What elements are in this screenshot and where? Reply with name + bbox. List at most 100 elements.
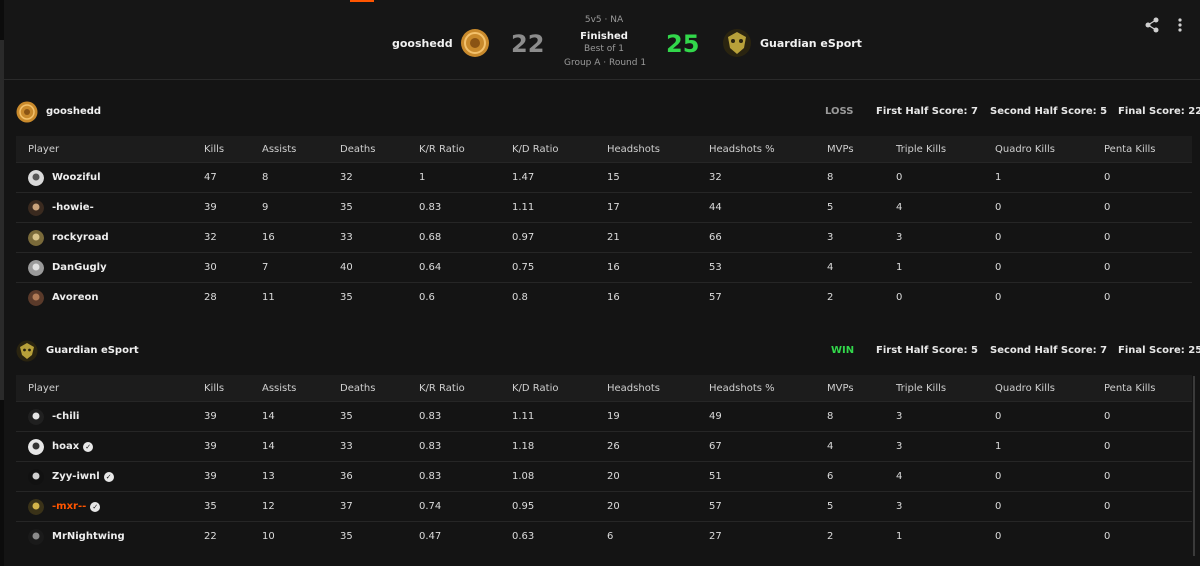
column-header[interactable]: K/D Ratio bbox=[512, 136, 558, 162]
column-header[interactable]: Headshots % bbox=[709, 375, 775, 401]
table-row[interactable]: -howie- 39 9 35 0.83 1.11 17 44 5 4 0 0 bbox=[16, 192, 1192, 222]
column-header[interactable]: Kills bbox=[204, 136, 224, 162]
stat-cell: 11 bbox=[262, 292, 275, 303]
player-name[interactable]: DanGugly bbox=[52, 262, 107, 273]
final-score: Final Score: 25 bbox=[1118, 345, 1200, 356]
player-cell[interactable]: -mxr-- ✓ bbox=[28, 492, 101, 521]
stat-cell: 13 bbox=[262, 471, 275, 482]
player-cell[interactable]: -howie- bbox=[28, 193, 94, 222]
column-header[interactable]: Headshots bbox=[607, 136, 660, 162]
table-row[interactable]: MrNightwing 22 10 35 0.47 0.63 6 27 2 1 0 0 bbox=[16, 521, 1192, 551]
column-header[interactable]: Penta Kills bbox=[1104, 375, 1156, 401]
player-cell[interactable]: Zyy-iwnl ✓ bbox=[28, 462, 114, 491]
player-name[interactable]: -chili bbox=[52, 411, 79, 422]
stat-cell: 6 bbox=[607, 531, 614, 542]
team-right-name[interactable]: Guardian eSport bbox=[760, 37, 862, 50]
second-half-score: Second Half Score: 5 bbox=[990, 106, 1108, 117]
player-cell[interactable]: rockyroad bbox=[28, 223, 109, 252]
best-of: Best of 1 bbox=[583, 44, 625, 54]
match-format: 5v5 · NA bbox=[584, 15, 624, 25]
team-name[interactable]: gooshedd bbox=[46, 106, 101, 117]
team-name[interactable]: Guardian eSport bbox=[46, 345, 139, 356]
table-row[interactable]: Avoreon 28 11 35 0.6 0.8 16 57 2 0 0 0 bbox=[16, 282, 1192, 312]
column-header[interactable]: Player bbox=[28, 375, 59, 401]
player-cell[interactable]: -chili bbox=[28, 402, 79, 431]
stat-cell: 26 bbox=[607, 441, 620, 452]
stat-cell: 0 bbox=[1104, 172, 1111, 183]
column-header[interactable]: Kills bbox=[204, 375, 224, 401]
player-avatar[interactable] bbox=[28, 528, 44, 545]
stat-cell: 14 bbox=[262, 441, 275, 452]
column-header[interactable]: K/R Ratio bbox=[419, 375, 465, 401]
column-header[interactable]: Penta Kills bbox=[1104, 136, 1156, 162]
left-scrollbar-thumb[interactable] bbox=[0, 40, 4, 400]
player-avatar[interactable] bbox=[28, 169, 44, 186]
stat-cell: 0 bbox=[896, 172, 903, 183]
match-stage: Group A · Round 1 bbox=[564, 58, 647, 68]
stat-cell: 3 bbox=[896, 501, 903, 512]
table-row[interactable]: Zyy-iwnl ✓ 39 13 36 0.83 1.08 20 51 6 4 0 0 bbox=[16, 461, 1192, 491]
player-avatar[interactable] bbox=[28, 468, 44, 485]
column-header[interactable]: K/D Ratio bbox=[512, 375, 558, 401]
player-name[interactable]: -howie- bbox=[52, 202, 94, 213]
stat-cell: 57 bbox=[709, 292, 722, 303]
stat-cell: 32 bbox=[204, 232, 217, 243]
more-vertical-icon[interactable] bbox=[1176, 17, 1184, 36]
column-header[interactable]: MVPs bbox=[827, 136, 854, 162]
stat-cell: 35 bbox=[340, 292, 353, 303]
player-avatar[interactable] bbox=[28, 438, 44, 455]
player-name[interactable]: MrNightwing bbox=[52, 531, 125, 542]
team-logo[interactable] bbox=[16, 101, 38, 123]
player-name[interactable]: rockyroad bbox=[52, 232, 109, 243]
team-left-logo[interactable] bbox=[460, 28, 490, 58]
column-header[interactable]: Triple Kills bbox=[896, 136, 946, 162]
stat-cell: 39 bbox=[204, 411, 217, 422]
player-cell[interactable]: Wooziful bbox=[28, 163, 101, 192]
team-right-logo[interactable] bbox=[722, 28, 752, 58]
team-left-name[interactable]: gooshedd bbox=[392, 37, 453, 50]
player-cell[interactable]: Avoreon bbox=[28, 283, 98, 312]
column-header[interactable]: Triple Kills bbox=[896, 375, 946, 401]
player-avatar[interactable] bbox=[28, 199, 44, 216]
team-logo[interactable] bbox=[16, 340, 38, 362]
table-row[interactable]: DanGugly 30 7 40 0.64 0.75 16 53 4 1 0 0 bbox=[16, 252, 1192, 282]
column-header[interactable]: K/R Ratio bbox=[419, 136, 465, 162]
column-header[interactable]: Deaths bbox=[340, 136, 375, 162]
column-header[interactable]: MVPs bbox=[827, 375, 854, 401]
table-row[interactable]: -chili 39 14 35 0.83 1.11 19 49 8 3 0 0 bbox=[16, 401, 1192, 431]
player-avatar[interactable] bbox=[28, 259, 44, 276]
player-name[interactable]: Wooziful bbox=[52, 172, 101, 183]
first-half-score: First Half Score: 7 bbox=[876, 106, 978, 117]
table-row[interactable]: -mxr-- ✓ 35 12 37 0.74 0.95 20 57 5 3 0 0 bbox=[16, 491, 1192, 521]
player-name[interactable]: Avoreon bbox=[52, 292, 98, 303]
team-right-score: 25 bbox=[666, 30, 700, 58]
stats-table-1: Player Kills Assists Deaths K/R Ratio K/D Rat… bbox=[16, 136, 1192, 312]
column-header[interactable]: Quadro Kills bbox=[995, 136, 1055, 162]
player-cell[interactable]: DanGugly bbox=[28, 253, 107, 282]
stat-cell: 0 bbox=[1104, 531, 1111, 542]
column-header[interactable]: Headshots % bbox=[709, 136, 775, 162]
player-cell[interactable]: hoax ✓ bbox=[28, 432, 94, 461]
player-name[interactable]: hoax bbox=[52, 441, 79, 452]
table-row[interactable]: Wooziful 47 8 32 1 1.47 15 32 8 0 1 0 bbox=[16, 162, 1192, 192]
column-header[interactable]: Assists bbox=[262, 375, 296, 401]
stat-cell: 0 bbox=[995, 531, 1002, 542]
stat-cell: 8 bbox=[262, 172, 269, 183]
column-header[interactable]: Quadro Kills bbox=[995, 375, 1055, 401]
player-name[interactable]: -mxr-- bbox=[52, 501, 86, 512]
right-scrollbar[interactable] bbox=[1193, 376, 1195, 556]
player-cell[interactable]: MrNightwing bbox=[28, 522, 125, 551]
player-avatar[interactable] bbox=[28, 498, 44, 515]
second-half-score: Second Half Score: 7 bbox=[990, 345, 1108, 356]
player-avatar[interactable] bbox=[28, 229, 44, 246]
column-header[interactable]: Headshots bbox=[607, 375, 660, 401]
player-avatar[interactable] bbox=[28, 408, 44, 425]
column-header[interactable]: Deaths bbox=[340, 375, 375, 401]
player-avatar[interactable] bbox=[28, 289, 44, 306]
player-name[interactable]: Zyy-iwnl bbox=[52, 471, 100, 482]
table-row[interactable]: rockyroad 32 16 33 0.68 0.97 21 66 3 3 0 0 bbox=[16, 222, 1192, 252]
column-header[interactable]: Assists bbox=[262, 136, 296, 162]
column-header[interactable]: Player bbox=[28, 136, 59, 162]
share-icon[interactable] bbox=[1144, 17, 1160, 36]
table-row[interactable]: hoax ✓ 39 14 33 0.83 1.18 26 67 4 3 1 0 bbox=[16, 431, 1192, 461]
